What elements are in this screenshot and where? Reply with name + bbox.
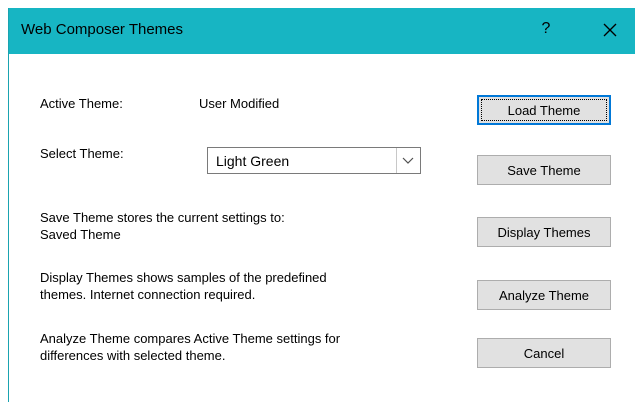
- theme-select[interactable]: Light Green: [207, 147, 421, 174]
- display-description-line2: themes. Internet connection required.: [40, 287, 256, 302]
- save-description-line2: Saved Theme: [40, 227, 121, 242]
- save-theme-button[interactable]: Save Theme: [477, 155, 611, 185]
- chevron-down-icon: [402, 157, 414, 164]
- close-icon[interactable]: [598, 18, 622, 42]
- display-themes-button[interactable]: Display Themes: [477, 217, 611, 247]
- active-theme-label: Active Theme:: [40, 96, 123, 111]
- active-theme-value: User Modified: [199, 96, 280, 111]
- load-theme-button[interactable]: Load Theme: [477, 95, 611, 125]
- display-description-line1: Display Themes shows samples of the pred…: [40, 270, 327, 285]
- title-bar: Web Composer Themes ?: [9, 8, 635, 54]
- analyze-theme-button[interactable]: Analyze Theme: [477, 280, 611, 310]
- cancel-button[interactable]: Cancel: [477, 338, 611, 368]
- save-description-line1: Save Theme stores the current settings t…: [40, 210, 285, 225]
- help-icon[interactable]: ?: [536, 20, 556, 38]
- analyze-description-line1: Analyze Theme compares Active Theme sett…: [40, 331, 341, 346]
- select-theme-label: Select Theme:: [40, 146, 124, 161]
- themes-dialog: Web Composer Themes ? Active Theme: User…: [8, 8, 635, 402]
- window-title: Web Composer Themes: [21, 21, 184, 38]
- analyze-description-line2: differences with selected theme.: [40, 348, 226, 363]
- theme-select-value: Light Green: [216, 153, 290, 169]
- select-dropdown-arrow[interactable]: [396, 148, 420, 173]
- focus-rectangle: [481, 99, 607, 121]
